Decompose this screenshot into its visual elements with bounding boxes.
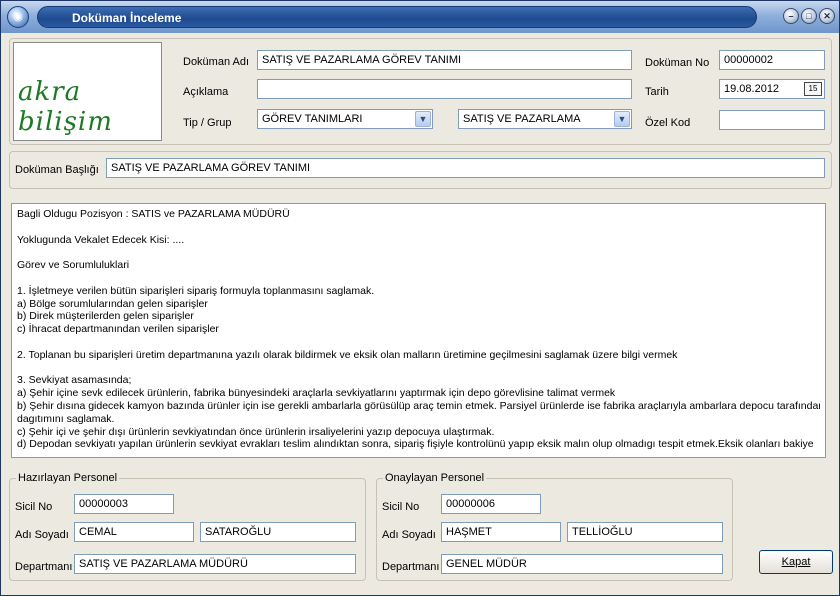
doc-name-field[interactable]: SATIŞ VE PAZARLAMA GÖREV TANIMI bbox=[257, 50, 632, 70]
approved-dept-field[interactable]: GENEL MÜDÜR bbox=[441, 554, 723, 574]
chevron-down-icon[interactable]: ▼ bbox=[614, 111, 630, 127]
description-field[interactable] bbox=[257, 79, 632, 99]
document-line: 3. Sevkiyat asamasında; bbox=[17, 374, 132, 387]
document-line: a) Şehir içine sevk edilecek ürünlerin, … bbox=[17, 387, 616, 400]
approved-group-title: Onaylayan Personel bbox=[383, 472, 487, 484]
doc-name-label: Doküman Adı bbox=[183, 56, 250, 68]
title-pill: Doküman İnceleme bbox=[37, 6, 757, 28]
group-value: SATIŞ VE PAZARLAMA bbox=[463, 113, 581, 125]
approved-id-label: Sicil No bbox=[382, 501, 420, 513]
close-button[interactable]: Kapat bbox=[759, 550, 833, 574]
document-line: d) Depodan sevkiyatı yapılan ürünlerin s… bbox=[17, 438, 814, 451]
doc-title-label: Doküman Başlığı bbox=[15, 164, 99, 176]
chevron-down-icon[interactable]: ▼ bbox=[415, 111, 431, 127]
document-line: 1. İşletmeye verilen bütün siparişleri s… bbox=[17, 284, 375, 297]
type-select[interactable]: GÖREV TANIMLARI ▼ bbox=[257, 109, 433, 129]
prepared-first-name-field[interactable]: CEMAL bbox=[74, 522, 194, 542]
date-value: 19.08.2012 bbox=[724, 83, 780, 95]
doc-no-field[interactable]: 00000002 bbox=[719, 50, 825, 70]
window-title: Doküman İnceleme bbox=[72, 11, 182, 25]
prepared-name-label: Adı Soyadı bbox=[15, 529, 69, 541]
document-line: dagıtımını saglamak. bbox=[17, 412, 115, 425]
doc-title-field[interactable]: SATIŞ VE PAZARLAMA GÖREV TANIMI bbox=[106, 158, 825, 178]
prepared-dept-label: Departmanı bbox=[15, 561, 73, 573]
document-line: Yoklugunda Vekalet Edecek Kisi: .... bbox=[17, 233, 185, 246]
approved-id-field[interactable]: 00000006 bbox=[441, 494, 541, 514]
close-icon[interactable]: ✕ bbox=[819, 8, 835, 24]
prepared-last-name-field[interactable]: SATAROĞLU bbox=[200, 522, 356, 542]
document-line: c) Şehir içi ve şehir dışı ürünlerin sev… bbox=[17, 425, 495, 438]
approved-first-name-field[interactable]: HAŞMET bbox=[441, 522, 561, 542]
maximize-icon[interactable]: □ bbox=[801, 8, 817, 24]
minimize-icon[interactable]: – bbox=[783, 8, 799, 24]
approved-name-label: Adı Soyadı bbox=[382, 529, 436, 541]
company-logo: akra bilişim bbox=[13, 42, 162, 141]
special-code-field[interactable] bbox=[719, 110, 825, 130]
description-label: Açıklama bbox=[183, 86, 229, 98]
document-line: c) İhracat departmanından verilen sipari… bbox=[17, 323, 219, 336]
special-code-label: Özel Kod bbox=[645, 117, 691, 129]
type-value: GÖREV TANIMLARI bbox=[262, 113, 363, 125]
prepared-dept-field[interactable]: SATIŞ VE PAZARLAMA MÜDÜRÜ bbox=[74, 554, 356, 574]
title-bar[interactable]: ◉ Doküman İnceleme – □ ✕ bbox=[1, 1, 839, 33]
document-review-window: ◉ Doküman İnceleme – □ ✕ akra bilişim Do… bbox=[0, 0, 840, 596]
date-label: Tarih bbox=[645, 86, 669, 98]
document-line: Görev ve Sorumluluklari bbox=[17, 259, 130, 272]
group-select[interactable]: SATIŞ VE PAZARLAMA ▼ bbox=[458, 109, 632, 129]
document-line: Bagli Oldugu Pozisyon : SATIS ve PAZARLA… bbox=[17, 208, 290, 220]
type-group-label: Tip / Grup bbox=[183, 117, 232, 129]
date-field[interactable]: 19.08.2012 15 bbox=[719, 79, 825, 99]
approved-dept-label: Departmanı bbox=[382, 561, 440, 573]
doc-no-label: Doküman No bbox=[645, 57, 710, 69]
prepared-group-title: Hazırlayan Personel bbox=[16, 472, 120, 484]
approved-last-name-field[interactable]: TELLİOĞLU bbox=[567, 522, 723, 542]
document-line: b) Şehir dısına gidecek kamyon bazında ü… bbox=[17, 399, 820, 412]
document-line: a) Bölge sorumlularından gelen siparişle… bbox=[17, 297, 208, 310]
calendar-icon[interactable]: 15 bbox=[804, 82, 822, 96]
prepared-id-field[interactable]: 00000003 bbox=[74, 494, 174, 514]
logo-text: akra bilişim bbox=[18, 77, 113, 137]
document-line: b) Direk müşterilerden gelen siparişler bbox=[17, 310, 194, 323]
app-globe-icon[interactable]: ◉ bbox=[7, 6, 29, 28]
document-content-textarea[interactable]: Bagli Oldugu Pozisyon : SATIS ve PAZARLA… bbox=[11, 203, 826, 458]
prepared-id-label: Sicil No bbox=[15, 501, 53, 513]
document-line: 2. Toplanan bu siparişleri üretim depart… bbox=[17, 348, 678, 361]
